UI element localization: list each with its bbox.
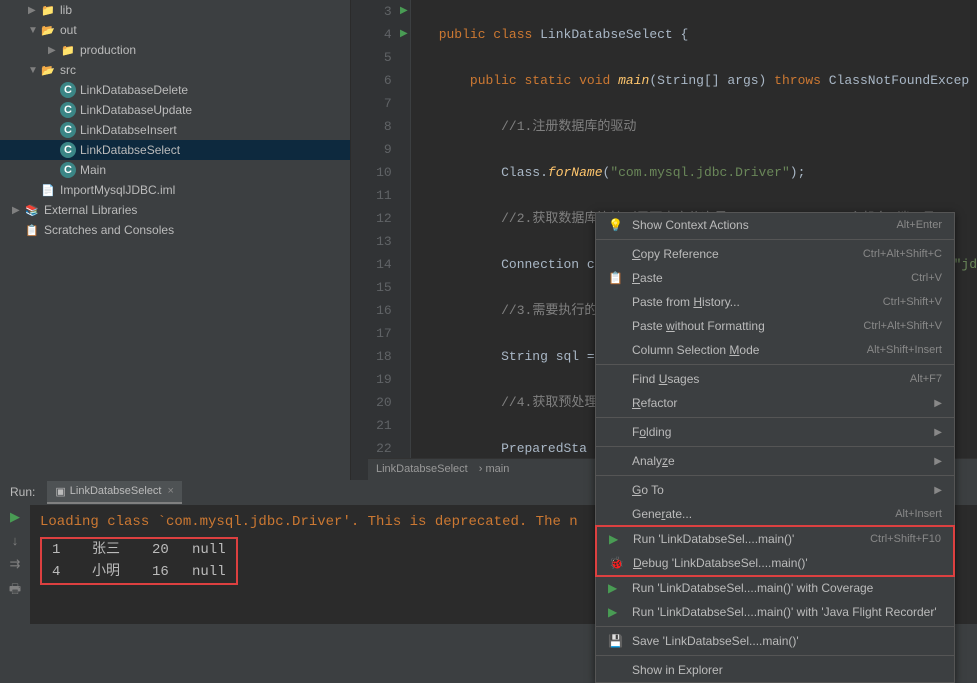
breadcrumb-item[interactable]: main <box>486 463 510 475</box>
menu-save-config[interactable]: 💾Save 'LinkDatabseSel....main()' <box>596 629 954 653</box>
chevron-down-icon: ▼ <box>28 25 40 36</box>
rerun-icon[interactable]: ▶ <box>10 509 20 525</box>
tree-label: LinkDatabaseDelete <box>80 83 188 97</box>
run-tab-label: LinkDatabseSelect <box>70 485 162 497</box>
context-menu: 💡Show Context ActionsAlt+Enter Copy Refe… <box>595 212 955 683</box>
menu-paste-no-format[interactable]: Paste without FormattingCtrl+Alt+Shift+V <box>596 314 954 338</box>
close-icon[interactable]: × <box>168 485 174 497</box>
tree-label: lib <box>60 3 72 17</box>
run-gutter-icon[interactable]: ▶ <box>400 23 408 46</box>
tree-label: Main <box>80 163 106 177</box>
menu-debug-main[interactable]: 🐞Debug 'LinkDatabseSel....main()' <box>597 551 953 575</box>
tree-file[interactable]: C Main <box>0 160 350 180</box>
scratch-icon: 📋 <box>24 222 40 238</box>
tree-label: External Libraries <box>44 203 137 217</box>
tree-file-selected[interactable]: C LinkDatabseSelect <box>0 140 350 160</box>
run-label: Run: <box>10 485 35 499</box>
breadcrumb-item[interactable]: LinkDatabseSelect <box>376 463 468 475</box>
tree-file-iml[interactable]: 📄 ImportMysqlJDBC.iml <box>0 180 350 200</box>
tree-label: src <box>60 63 76 77</box>
run-toolbar: ▶ ↓ ⇉ 🖶 <box>0 505 30 624</box>
print-icon[interactable]: 🖶 <box>9 580 21 602</box>
folder-icon: 📁 <box>40 2 56 18</box>
tree-scratches[interactable]: 📋 Scratches and Consoles <box>0 220 350 240</box>
tree-folder-src[interactable]: ▼📂 src <box>0 60 350 80</box>
tree-folder-out[interactable]: ▼📂 out <box>0 20 350 40</box>
tree-label: out <box>60 23 77 37</box>
coverage-icon: ▶ <box>608 581 626 595</box>
chevron-right-icon: ▶ <box>12 205 24 216</box>
tree-external-libraries[interactable]: ▶📚 External Libraries <box>0 200 350 220</box>
menu-generate[interactable]: Generate...Alt+Insert <box>596 502 954 526</box>
menu-run-coverage[interactable]: ▶Run 'LinkDatabseSel....main()' with Cov… <box>596 576 954 600</box>
menu-refactor[interactable]: Refactor▶ <box>596 391 954 415</box>
run-gutter-icon[interactable]: ▶ <box>400 0 408 23</box>
java-class-icon: C <box>60 162 76 178</box>
tree-file[interactable]: C LinkDatabaseDelete <box>0 80 350 100</box>
folder-icon: 📂 <box>40 62 56 78</box>
java-class-icon: C <box>60 102 76 118</box>
stop-icon[interactable]: ↓ <box>12 533 19 548</box>
project-tree[interactable]: ▶📁lib ▼📂out ▶📁production ▼📂src CLinkData… <box>0 0 351 480</box>
menu-column-selection[interactable]: Column Selection ModeAlt+Shift+Insert <box>596 338 954 362</box>
menu-show-explorer[interactable]: Show in Explorer <box>596 658 954 682</box>
bulb-icon: 💡 <box>608 218 626 232</box>
tree-file[interactable]: C LinkDatabaseUpdate <box>0 100 350 120</box>
settings-icon[interactable]: ⇉ <box>10 556 21 572</box>
menu-run-main[interactable]: ▶Run 'LinkDatabseSel....main()'Ctrl+Shif… <box>597 527 953 551</box>
tree-folder-production[interactable]: ▶📁 production <box>0 40 350 60</box>
save-icon: 💾 <box>608 634 626 648</box>
menu-copy-reference[interactable]: Copy ReferenceCtrl+Alt+Shift+C <box>596 242 954 266</box>
library-icon: 📚 <box>24 202 40 218</box>
file-icon: 📄 <box>40 182 56 198</box>
line-gutter: 3▶ 4▶ 5678910111213141516171819202122 <box>351 0 411 480</box>
console-row: 1张三20null <box>52 539 226 561</box>
java-class-icon: C <box>60 82 76 98</box>
chevron-right-icon: ▶ <box>48 45 60 56</box>
menu-find-usages[interactable]: Find UsagesAlt+F7 <box>596 367 954 391</box>
chevron-right-icon: ▶ <box>28 5 40 16</box>
debug-icon: 🐞 <box>609 556 627 570</box>
tree-label: production <box>80 43 136 57</box>
menu-show-context-actions[interactable]: 💡Show Context ActionsAlt+Enter <box>596 213 954 237</box>
java-class-icon: C <box>60 122 76 138</box>
paste-icon: 📋 <box>608 271 626 285</box>
menu-run-flight[interactable]: ▶Run 'LinkDatabseSel....main()' with 'Ja… <box>596 600 954 624</box>
menu-paste-history[interactable]: Paste from History...Ctrl+Shift+V <box>596 290 954 314</box>
menu-goto[interactable]: Go To▶ <box>596 478 954 502</box>
console-row: 4小明16null <box>52 561 226 583</box>
java-class-icon: C <box>60 142 76 158</box>
chevron-down-icon: ▼ <box>28 65 40 76</box>
menu-folding[interactable]: Folding▶ <box>596 420 954 444</box>
tree-label: Scratches and Consoles <box>44 223 174 237</box>
run-tab[interactable]: ▣ LinkDatabseSelect × <box>47 481 182 504</box>
run-icon: ▶ <box>609 532 627 546</box>
flight-recorder-icon: ▶ <box>608 605 626 619</box>
run-config-icon: ▣ <box>55 485 65 498</box>
tree-label: LinkDatabaseUpdate <box>80 103 192 117</box>
tree-label: LinkDatabseSelect <box>80 143 180 157</box>
menu-paste[interactable]: 📋PasteCtrl+V <box>596 266 954 290</box>
menu-analyze[interactable]: Analyze▶ <box>596 449 954 473</box>
folder-icon: 📂 <box>40 22 56 38</box>
tree-label: LinkDatabseInsert <box>80 123 177 137</box>
tree-file[interactable]: C LinkDatabseInsert <box>0 120 350 140</box>
folder-icon: 📁 <box>60 42 76 58</box>
tree-folder-lib[interactable]: ▶📁 lib <box>0 0 350 20</box>
console-result-highlight: 1张三20null 4小明16null <box>40 537 238 585</box>
tree-label: ImportMysqlJDBC.iml <box>60 183 175 197</box>
